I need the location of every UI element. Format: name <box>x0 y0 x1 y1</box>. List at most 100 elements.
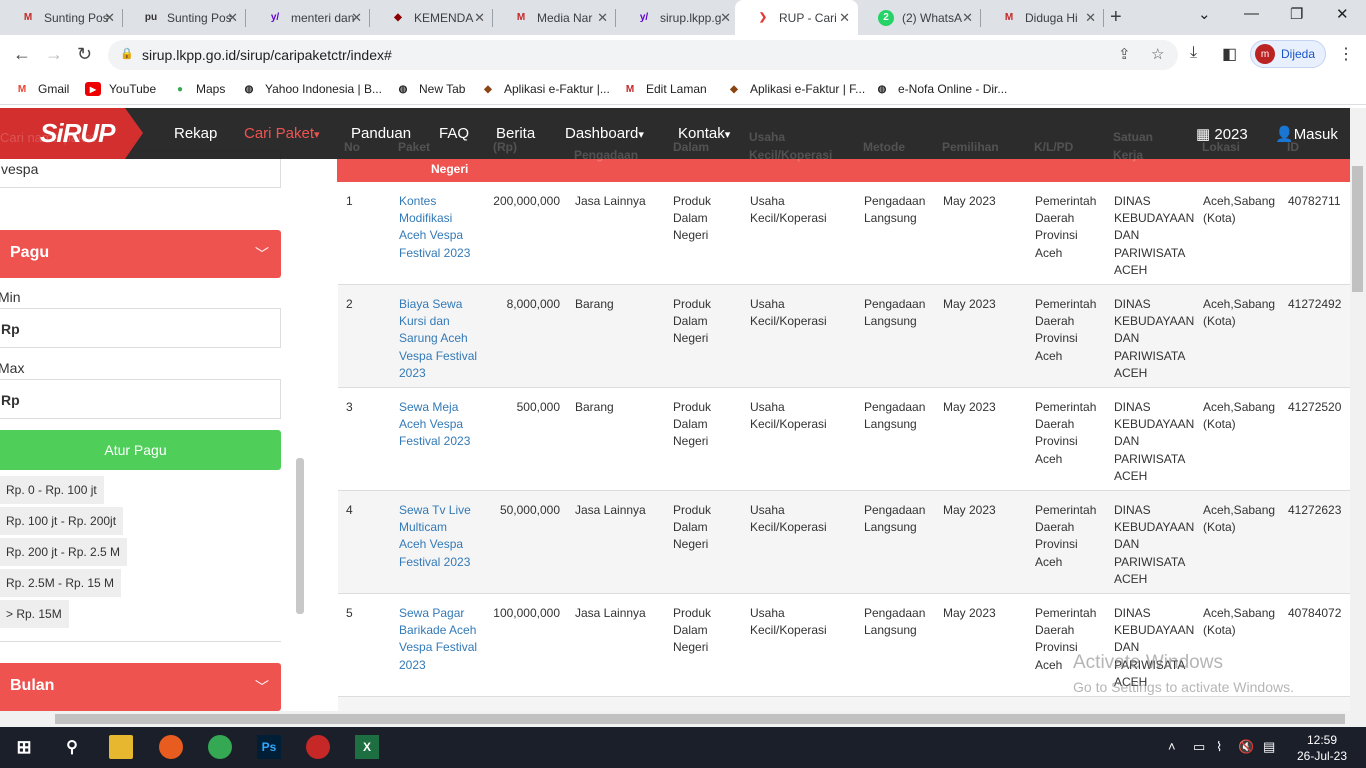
chrome-icon[interactable] <box>208 735 232 759</box>
range-chip[interactable]: Rp. 100 jt - Rp. 200jt <box>0 507 124 535</box>
forward-button[interactable]: → <box>45 44 63 65</box>
bookmark-item[interactable]: M Edit Laman <box>622 82 707 96</box>
close-tab-icon[interactable]: ✕ <box>474 10 485 26</box>
excel-icon[interactable]: X <box>355 735 379 759</box>
range-chip[interactable]: > Rp. 15M <box>0 600 69 628</box>
browser-tab[interactable]: y/menteri dan ✕ <box>247 0 370 35</box>
notification-icon[interactable]: ▤ <box>1263 739 1275 755</box>
close-tab-icon[interactable]: ✕ <box>351 10 362 26</box>
scroll-thumb[interactable] <box>55 714 1345 724</box>
share-icon[interactable]: ⇪ <box>1118 45 1131 63</box>
paket-link-line[interactable]: 2023 <box>399 657 479 674</box>
browser-tab[interactable]: ❯ RUP - Cari ✕ <box>735 0 858 35</box>
paket-link-line[interactable]: Sarung Aceh <box>399 330 479 347</box>
nav-item-berita[interactable]: Berita <box>496 125 535 142</box>
bookmark-item[interactable]: ◍ New Tab <box>395 82 466 96</box>
maximize-button[interactable]: ❐ <box>1290 5 1303 23</box>
tab-search-icon[interactable]: ⌄ <box>1198 5 1211 23</box>
url-text[interactable]: sirup.lkpp.go.id/sirup/caripaketctr/inde… <box>142 47 392 63</box>
close-window-button[interactable]: ✕ <box>1336 5 1349 23</box>
bookmark-item[interactable]: ◆ Aplikasi e-Faktur |... <box>480 82 610 96</box>
chrome-profile-icon[interactable] <box>306 735 330 759</box>
paket-link-line[interactable]: Multicam <box>399 519 479 536</box>
close-tab-icon[interactable]: ✕ <box>227 10 238 26</box>
atur-pagu-button[interactable]: Atur Pagu <box>0 430 281 470</box>
login-link[interactable]: 👤Masuk <box>1275 125 1338 143</box>
browser-tab[interactable]: M Diduga Hi ✕ <box>981 0 1104 35</box>
file-explorer-icon[interactable] <box>109 735 133 759</box>
paket-link-line[interactable]: Modifikasi <box>399 210 479 227</box>
address-bar[interactable]: 🔒 sirup.lkpp.go.id/sirup/caripaketctr/in… <box>108 40 1178 70</box>
close-tab-icon[interactable]: ✕ <box>839 10 850 26</box>
bookmark-item[interactable]: ◍ Yahoo Indonesia | B... <box>241 82 382 96</box>
year-selector[interactable]: ▦ 2023 <box>1196 125 1248 143</box>
battery-icon[interactable]: ▭ <box>1193 739 1205 755</box>
nav-item-cari-paket[interactable]: Cari Paket▾ <box>244 125 320 142</box>
paket-link-line[interactable]: Vespa Festival <box>399 348 479 365</box>
paket-link-line[interactable]: Aceh Vespa <box>399 536 479 553</box>
paket-link-line[interactable]: Barikade Aceh <box>399 622 479 639</box>
profile-button[interactable]: m Dijeda <box>1250 40 1326 68</box>
paket-link-line[interactable]: Kursi dan <box>399 313 479 330</box>
scroll-thumb[interactable] <box>1352 166 1363 292</box>
minimize-button[interactable]: — <box>1244 5 1259 22</box>
wifi-icon[interactable]: ⌇ <box>1216 739 1222 755</box>
volume-icon[interactable]: 🔇 <box>1238 739 1254 755</box>
close-tab-icon[interactable]: ✕ <box>720 10 731 26</box>
paket-link[interactable]: Sewa Pagar Barikade Aceh Vespa Festival 202… <box>399 605 479 674</box>
paket-link-line[interactable]: Sewa Pagar <box>399 605 479 622</box>
nav-item-dashboard[interactable]: Dashboard▾ <box>565 125 644 142</box>
paket-link[interactable]: Sewa Meja Aceh Vespa Festival 2023 <box>399 399 479 451</box>
menu-icon[interactable]: ⋮ <box>1338 44 1354 64</box>
bookmark-item[interactable]: M Gmail <box>14 82 70 96</box>
browser-tab[interactable]: M Sunting Pos ✕ <box>0 0 123 35</box>
bookmark-item[interactable]: ◆ Aplikasi e-Faktur | F... <box>726 82 865 96</box>
browser-tab[interactable]: M Media Nar ✕ <box>493 0 616 35</box>
paket-link[interactable]: Biaya Sewa Kursi dan Sarung Aceh Vespa Fest… <box>399 296 479 382</box>
range-chip[interactable]: Rp. 0 - Rp. 100 jt <box>0 476 104 504</box>
paket-link-line[interactable]: Vespa Festival <box>399 639 479 656</box>
paket-link-line[interactable]: Festival 2023 <box>399 433 479 450</box>
system-clock[interactable]: 12:59 26-Jul-23 <box>1297 732 1347 764</box>
browser-tab[interactable]: y/sirup.lkpp.g ✕ <box>616 0 739 35</box>
paket-link[interactable]: Sewa Tv Live Multicam Aceh Vespa Festival 2… <box>399 502 479 571</box>
search-icon[interactable]: ⚲ <box>60 735 84 759</box>
paket-link-line[interactable]: Festival 2023 <box>399 554 479 571</box>
photoshop-icon[interactable]: Ps <box>257 735 281 759</box>
paket-link-line[interactable]: Biaya Sewa <box>399 296 479 313</box>
bookmark-star-icon[interactable]: ☆ <box>1151 45 1164 63</box>
page-horizontal-scrollbar[interactable] <box>0 711 1366 727</box>
paket-link-line[interactable]: Aceh Vespa <box>399 416 479 433</box>
paket-link-line[interactable]: 2023 <box>399 365 479 382</box>
page-vertical-scrollbar[interactable] <box>1350 108 1366 711</box>
paket-link-line[interactable]: Sewa Tv Live <box>399 502 479 519</box>
browser-tab[interactable]: ◆ KEMENDA ✕ <box>370 0 493 35</box>
close-tab-icon[interactable]: ✕ <box>104 10 115 26</box>
new-tab-button[interactable]: + <box>1110 6 1122 29</box>
paket-link-line[interactable]: Festival 2023 <box>399 245 479 262</box>
paket-link-line[interactable]: Kontes <box>399 193 479 210</box>
back-button[interactable]: ← <box>13 44 31 65</box>
bookmark-item[interactable]: ● Maps <box>172 82 225 96</box>
firefox-icon[interactable] <box>159 735 183 759</box>
close-tab-icon[interactable]: ✕ <box>597 10 608 26</box>
nav-item-rekap[interactable]: Rekap <box>174 125 217 142</box>
bookmark-item[interactable]: ▶ YouTube <box>85 82 156 96</box>
bookmark-item[interactable]: ◍ e-Nofa Online - Dir... <box>874 82 1008 96</box>
nav-item-panduan[interactable]: Panduan <box>351 125 411 142</box>
close-tab-icon[interactable]: ✕ <box>962 10 973 26</box>
range-chip[interactable]: Rp. 200 jt - Rp. 2.5 M <box>0 538 128 566</box>
range-chip[interactable]: Rp. 2.5M - Rp. 15 M <box>0 569 122 597</box>
nav-item-faq[interactable]: FAQ <box>439 125 469 142</box>
sidebar-scrollbar[interactable] <box>296 458 304 614</box>
lock-icon[interactable]: 🔒 <box>120 47 134 60</box>
pagu-accordion[interactable]: Pagu ﹀ <box>0 230 281 278</box>
browser-tab[interactable]: 2 (2) WhatsA ✕ <box>858 0 981 35</box>
download-icon[interactable]: ⤓ <box>1190 44 1197 62</box>
chevron-up-icon[interactable]: ˄ <box>1168 739 1176 754</box>
max-pagu-input[interactable]: Rp <box>0 379 281 419</box>
paket-link-line[interactable]: Aceh Vespa <box>399 227 479 244</box>
reload-button[interactable]: ↻ <box>77 44 92 65</box>
min-pagu-input[interactable]: Rp <box>0 308 281 348</box>
nav-item-kontak[interactable]: Kontak▾ <box>678 125 730 142</box>
